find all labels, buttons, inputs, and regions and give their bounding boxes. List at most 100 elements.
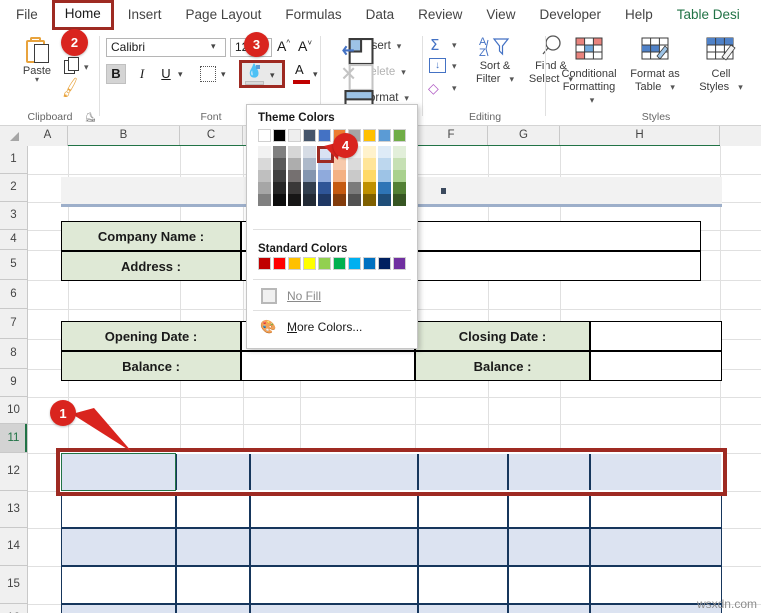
theme-color-swatch[interactable] <box>393 129 406 142</box>
row-header-4[interactable]: 4 <box>0 230 28 250</box>
chevron-down-icon[interactable]: ▾ <box>670 82 675 92</box>
tab-insert[interactable]: Insert <box>116 0 174 30</box>
cell-styles-button[interactable]: Cell Styles ▾ <box>688 34 754 94</box>
theme-color-swatch[interactable] <box>363 146 376 158</box>
theme-color-swatch[interactable] <box>273 194 286 206</box>
tab-formulas[interactable]: Formulas <box>273 0 353 30</box>
chevron-down-icon[interactable]: ▾ <box>452 83 457 94</box>
table-cell[interactable] <box>590 491 722 528</box>
theme-color-swatch[interactable] <box>258 158 271 170</box>
theme-color-swatch[interactable] <box>258 194 271 206</box>
column-header-g[interactable]: G <box>488 126 560 146</box>
theme-color-swatch[interactable] <box>348 194 361 206</box>
row-header-16[interactable]: 16 <box>0 604 28 613</box>
column-header-h[interactable]: H <box>560 126 720 146</box>
theme-color-swatch[interactable] <box>363 129 376 142</box>
theme-color-swatch[interactable] <box>273 146 286 158</box>
tab-view[interactable]: View <box>474 0 527 30</box>
row-header-14[interactable]: 14 <box>0 528 28 566</box>
chevron-down-icon[interactable]: ▾ <box>221 69 226 80</box>
tab-table-design[interactable]: Table Desi <box>665 0 752 30</box>
row-header-8[interactable]: 8 <box>0 339 28 369</box>
theme-color-swatch[interactable] <box>303 182 316 194</box>
font-color-icon[interactable]: A <box>293 62 311 85</box>
theme-color-swatch[interactable] <box>363 158 376 170</box>
table-cell[interactable] <box>508 528 590 566</box>
standard-color-swatch[interactable] <box>348 257 361 270</box>
theme-color-swatch[interactable] <box>303 158 316 170</box>
table-cell[interactable] <box>418 566 508 604</box>
table-cell[interactable] <box>250 491 418 528</box>
table-cell[interactable] <box>61 604 176 613</box>
table-cell[interactable] <box>508 566 590 604</box>
standard-color-swatch[interactable] <box>333 257 346 270</box>
theme-color-swatch[interactable] <box>303 146 316 158</box>
standard-color-swatch[interactable] <box>273 257 286 270</box>
row-header-6[interactable]: 6 <box>0 280 28 309</box>
eraser-icon[interactable]: ◇ <box>428 80 439 97</box>
standard-color-swatch[interactable] <box>303 257 316 270</box>
column-header-c[interactable]: C <box>180 126 243 146</box>
row-header-9[interactable]: 9 <box>0 369 28 397</box>
format-as-table-button[interactable]: Format as Table ▾ <box>622 34 688 94</box>
row-header-5[interactable]: 5 <box>0 250 28 280</box>
row-header-1[interactable]: 1 <box>0 146 28 174</box>
row-header-11[interactable]: 11 <box>0 424 28 453</box>
column-header-b[interactable]: B <box>68 126 180 146</box>
theme-color-swatch[interactable] <box>363 170 376 182</box>
theme-color-swatch[interactable] <box>333 194 346 206</box>
theme-color-swatch[interactable] <box>303 194 316 206</box>
tab-data[interactable]: Data <box>354 0 407 30</box>
row-header-3[interactable]: 3 <box>0 202 28 230</box>
column-header-f[interactable]: F <box>415 126 488 146</box>
theme-color-swatch[interactable] <box>318 182 331 194</box>
conditional-formatting-button[interactable]: Conditional Formatting ▾ <box>556 34 622 107</box>
table-cell[interactable] <box>250 528 418 566</box>
theme-color-swatch[interactable] <box>378 194 391 206</box>
table-cell[interactable] <box>418 491 508 528</box>
chevron-down-icon[interactable]: ▾ <box>270 70 275 81</box>
standard-color-swatch[interactable] <box>393 257 406 270</box>
theme-color-swatch[interactable] <box>378 129 391 142</box>
form-value-balance-left[interactable] <box>241 351 415 381</box>
more-colors-option[interactable]: 🎨 More Colors... <box>247 312 417 342</box>
theme-color-swatch[interactable] <box>363 194 376 206</box>
tab-help[interactable]: Help <box>613 0 665 30</box>
theme-color-swatch[interactable] <box>288 182 301 194</box>
table-cell[interactable] <box>61 566 176 604</box>
chevron-down-icon[interactable]: ▾ <box>14 76 60 84</box>
row-header-7[interactable]: 7 <box>0 309 28 339</box>
grow-font-icon[interactable]: A^ <box>277 38 290 54</box>
theme-color-swatch[interactable] <box>378 182 391 194</box>
form-label-closing-date[interactable]: Closing Date : <box>415 321 590 351</box>
select-all-corner[interactable] <box>0 126 29 146</box>
theme-color-swatch[interactable] <box>273 158 286 170</box>
table-cell[interactable] <box>61 491 176 528</box>
no-fill-option[interactable]: No Fill <box>247 281 417 311</box>
tab-review[interactable]: Review <box>406 0 474 30</box>
form-label-company-name[interactable]: Company Name : <box>61 221 241 251</box>
chevron-down-icon[interactable]: ▾ <box>452 40 457 51</box>
italic-button[interactable]: I <box>132 64 152 84</box>
theme-color-swatch[interactable] <box>288 158 301 170</box>
theme-color-swatch[interactable] <box>258 129 271 142</box>
fill-down-icon[interactable]: ↓ <box>429 58 446 73</box>
row-header-15[interactable]: 15 <box>0 566 28 604</box>
table-cell[interactable] <box>176 604 250 613</box>
row-header-2[interactable]: 2 <box>0 174 28 202</box>
sort-and-filter-button[interactable]: AZ Sort & Filter ▾ <box>466 34 524 86</box>
theme-color-swatch[interactable] <box>258 170 271 182</box>
chevron-down-icon[interactable]: ▾ <box>84 62 89 73</box>
autosum-icon[interactable]: Σ <box>430 36 439 54</box>
borders-icon[interactable] <box>200 66 216 82</box>
column-header-a[interactable]: A <box>28 126 68 146</box>
shrink-font-icon[interactable]: A˅ <box>298 38 312 54</box>
standard-colors-grid[interactable] <box>258 257 408 270</box>
theme-color-swatch[interactable] <box>378 146 391 158</box>
theme-color-swatch[interactable] <box>303 129 316 142</box>
tab-file[interactable]: File <box>0 0 50 30</box>
chevron-down-icon[interactable]: ▾ <box>452 61 457 72</box>
dialog-launcher-icon[interactable]: ⛸ <box>85 112 96 123</box>
theme-color-swatch[interactable] <box>393 170 406 182</box>
format-painter-icon[interactable]: 🖌 <box>58 76 83 101</box>
